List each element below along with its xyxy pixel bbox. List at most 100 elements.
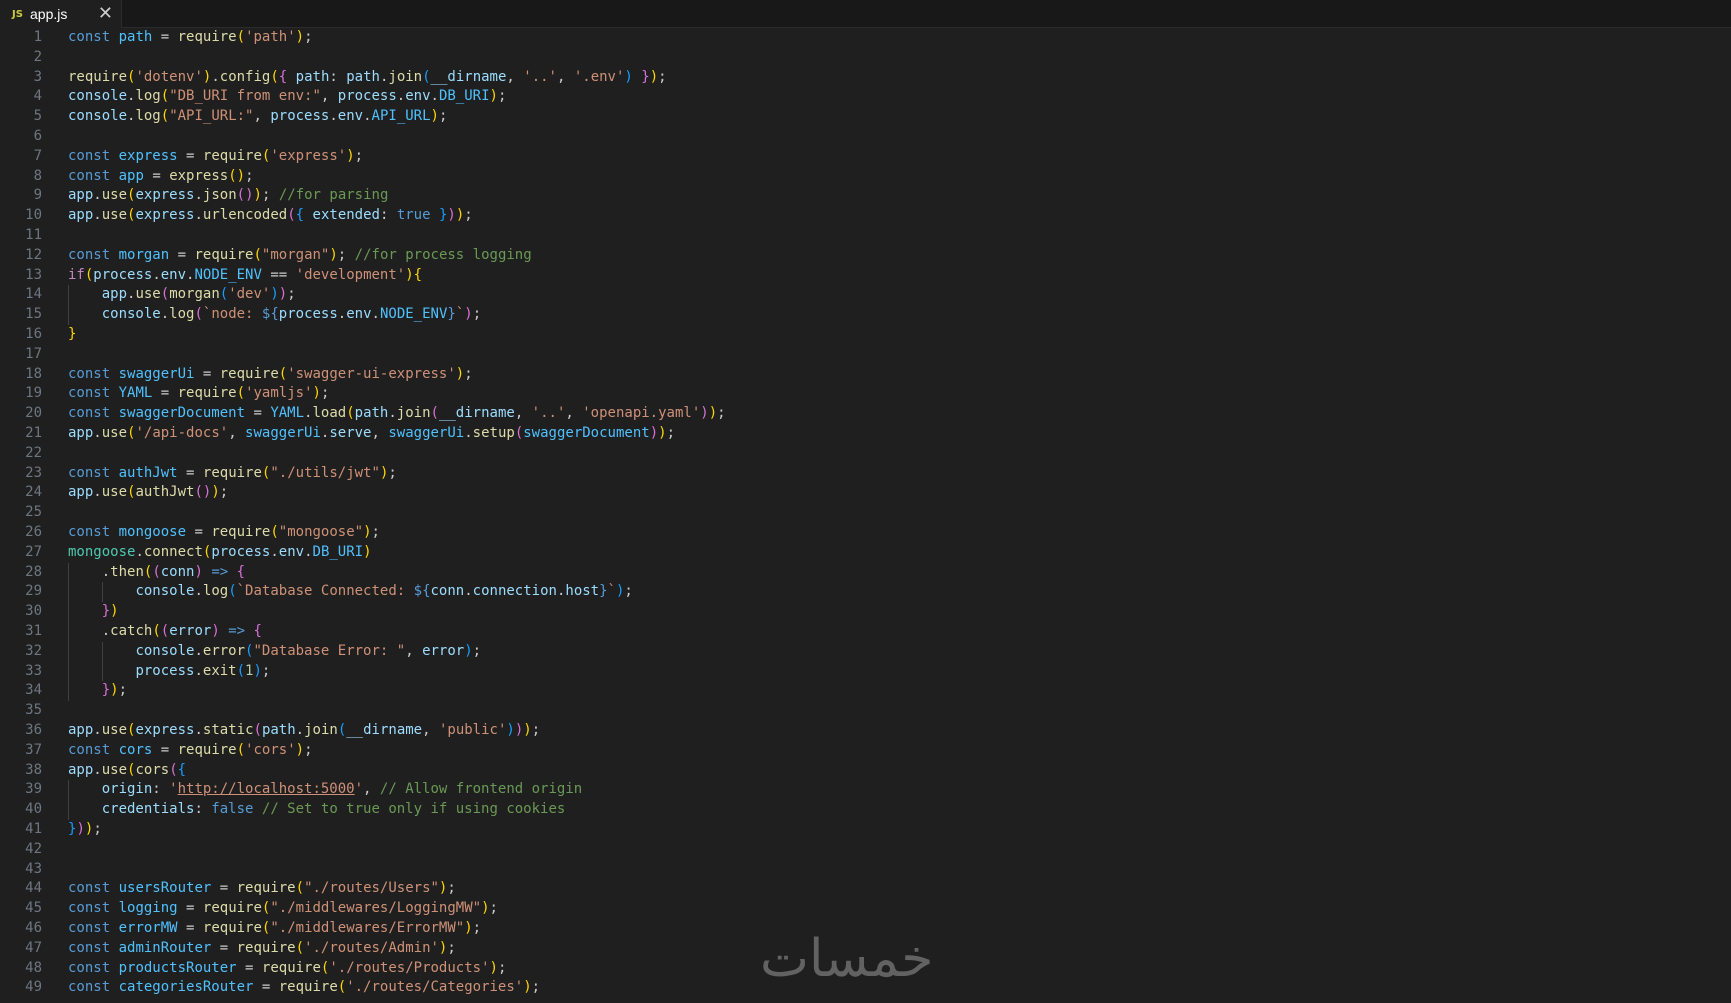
code-line[interactable]: app.use(authJwt()); (68, 483, 228, 503)
code-line[interactable]: const app = express(); (68, 167, 254, 187)
code-token: YAML (118, 385, 153, 402)
code-token: use (101, 207, 128, 224)
line-number: 2 (33, 48, 42, 65)
line-number: 25 (25, 504, 42, 521)
code-token: } (68, 326, 77, 342)
code-line[interactable]: const adminRouter = require('./routes/Ad… (68, 939, 456, 959)
code-token: const (68, 405, 111, 422)
code-token: ; (472, 642, 482, 659)
code-token: , (320, 88, 338, 105)
code-token: { (278, 68, 288, 85)
code-token: ; (447, 880, 456, 897)
code-token: ; (658, 68, 667, 85)
tab-app-js[interactable]: JS app.js ✕ (0, 0, 122, 28)
code-line[interactable]: const usersRouter = require("./routes/Us… (68, 879, 456, 899)
code-line[interactable]: const swaggerDocument = YAML.load(path.j… (68, 404, 726, 424)
code-token: serve (329, 425, 372, 441)
code-line[interactable]: credentials: false // Set to true only i… (68, 800, 566, 820)
code-token: express (135, 207, 195, 224)
code-token: require (261, 959, 321, 976)
code-line[interactable]: }) (68, 602, 119, 622)
code-token: ) (700, 405, 709, 422)
code-line[interactable]: console.error("Database Error: ", error)… (68, 642, 481, 662)
code-token: './routes/Categories' (346, 979, 524, 996)
code-token: 'dotenv' (135, 68, 203, 85)
code-token: authJwt (135, 484, 195, 501)
code-line[interactable]: console.log("API_URL:", process.env.API_… (68, 107, 447, 127)
code-line[interactable]: const productsRouter = require('./routes… (68, 959, 506, 979)
code-token: ) (110, 603, 119, 620)
close-icon[interactable]: ✕ (98, 3, 113, 24)
code-token: ) (464, 920, 473, 936)
code-line[interactable]: const mongoose = require("mongoose"); (68, 523, 380, 543)
code-line[interactable]: const express = require('express'); (68, 147, 363, 167)
code-line[interactable]: const categoriesRouter = require('./rout… (68, 978, 540, 998)
code-line[interactable]: process.exit(1); (68, 662, 270, 682)
code-line[interactable]: const swaggerUi = require('swagger-ui-ex… (68, 365, 473, 385)
code-line[interactable]: mongoose.connect(process.env.DB_URI) (68, 543, 372, 563)
code-line[interactable]: origin: 'http://localhost:5000', // Allo… (68, 780, 582, 800)
code-line[interactable]: app.use('/api-docs', swaggerUi.serve, sw… (68, 424, 675, 444)
code-token: const (68, 246, 111, 263)
code-line[interactable]: const path = require('path'); (68, 28, 313, 48)
code-line[interactable]: console.log(`node: ${process.env.NODE_EN… (68, 305, 481, 325)
code-token: ) (708, 405, 718, 422)
code-token: ; (531, 979, 541, 996)
code-line[interactable]: console. log("DB_URI from env:", process.… (68, 87, 506, 107)
code-line[interactable]: app.use(express.urlencoded({ extended: t… (68, 206, 473, 226)
code-line[interactable]: app.use(cors({ (68, 761, 186, 781)
code-line[interactable]: const morgan = require("morgan"); //for … (68, 246, 532, 266)
code-line[interactable]: const YAML = require('yamljs'); (68, 384, 329, 404)
code-token: '..' (523, 68, 557, 85)
code-token: use (101, 187, 128, 204)
code-line[interactable]: if(process.env.NODE_ENV == 'development'… (68, 266, 422, 286)
code-token: ) (506, 722, 515, 738)
code-line[interactable]: console.log(`Database Connected: ${conn.… (68, 582, 632, 602)
code-token: . (363, 108, 372, 125)
code-line[interactable]: } (68, 325, 76, 345)
code-line[interactable]: const errorMW = require("./middlewares/E… (68, 919, 481, 939)
code-token: const (68, 385, 111, 402)
code-token: . (337, 306, 347, 323)
line-number: 41 (25, 821, 42, 837)
code-line[interactable]: const authJwt = require("./utils/jwt"); (68, 464, 397, 484)
code-editor[interactable]: 1 2 3 4 5 6 7 8 9 10 11 12 13 14 15 16 17 18 19 20 21 22 23 24 2… (0, 28, 1731, 1003)
code-token: ( (160, 108, 170, 125)
code-line[interactable]: const logging = require("./middlewares/L… (68, 899, 498, 919)
code-token: ; (287, 286, 296, 303)
code-token: const (68, 880, 111, 897)
line-number: 28 (25, 563, 42, 580)
line-number: 20 (25, 405, 42, 422)
code-line[interactable]: app.use(express.static(path.join(__dirna… (68, 721, 540, 741)
code-token: env (346, 306, 372, 323)
code-token: '.env' (573, 68, 625, 85)
code-line[interactable]: }); (68, 681, 127, 701)
code-token: NODE_ENV (379, 306, 448, 323)
line-number: 7 (33, 147, 42, 164)
code-line[interactable]: .then((conn) => { (68, 563, 245, 583)
code-token[interactable]: http://localhost:5000 (178, 781, 355, 797)
code-line[interactable]: const cors = require('cors'); (68, 741, 313, 761)
code-token: ( (346, 405, 355, 422)
code-token: ( (236, 741, 246, 758)
code-token: ) (430, 108, 439, 125)
code-content[interactable]: const path = require('path'); require('do… (68, 28, 1668, 1003)
code-line[interactable]: .catch((error) => { (68, 622, 262, 642)
code-line[interactable]: })); (68, 820, 102, 840)
code-line[interactable]: app.use(express.json()); //for parsing (68, 186, 388, 206)
code-token: = (211, 939, 237, 956)
code-token: productsRouter (118, 959, 237, 976)
code-token: = (177, 920, 203, 936)
code-token: : (379, 207, 397, 224)
code-token: ) (489, 959, 498, 976)
code-token: process (278, 306, 338, 323)
code-line[interactable]: app.use(morgan('dev')); (68, 285, 296, 305)
code-token: ) (211, 484, 220, 501)
code-token: join (304, 722, 338, 738)
code-token: ) (253, 662, 262, 679)
code-line[interactable]: require('dotenv').config({ path: path.jo… (68, 68, 667, 88)
